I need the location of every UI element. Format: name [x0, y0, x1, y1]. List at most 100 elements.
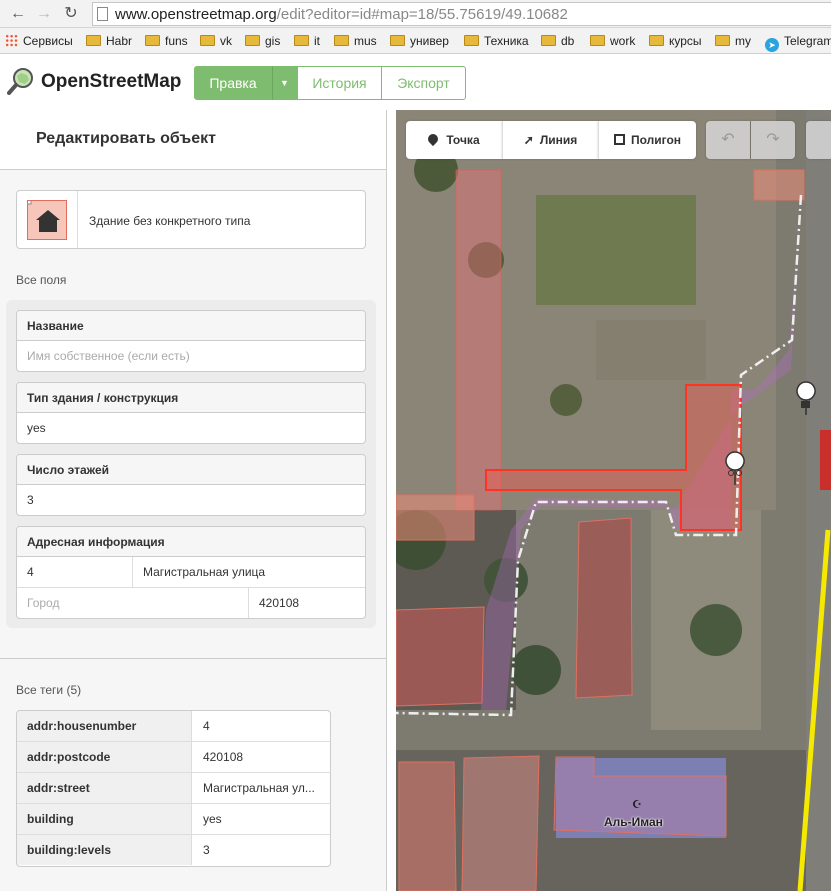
browser-window: ← → ↻ www.openstreetmap.org/edit?editor=… — [0, 0, 831, 891]
folder-icon — [541, 35, 556, 46]
field-name-label: Название — [17, 311, 365, 341]
tag-key-input[interactable]: addr:postcode — [17, 742, 192, 772]
forward-icon[interactable]: → — [34, 4, 54, 24]
bookmark-work[interactable]: work — [590, 33, 635, 49]
tag-key-input[interactable]: building — [17, 804, 192, 834]
bookmark-my[interactable]: my — [715, 33, 751, 49]
folder-icon — [86, 35, 101, 46]
field-address: Адресная информация 4 Магистральная улиц… — [16, 526, 366, 619]
building-type-combo[interactable]: yes — [17, 413, 365, 443]
history-button[interactable]: История — [297, 66, 382, 100]
table-row: addr:street Магистральная ул... — [17, 773, 330, 804]
table-row: building yes — [17, 804, 330, 835]
tag-value-input[interactable]: 420108 — [193, 742, 330, 772]
levels-input[interactable]: 3 — [17, 485, 365, 515]
edit-dropdown-chevron-icon[interactable]: ▼ — [272, 66, 297, 100]
add-area-button[interactable]: Полигон — [598, 121, 696, 159]
folder-icon — [649, 35, 664, 46]
export-button[interactable]: Экспорт — [381, 66, 466, 100]
preset-button[interactable]: Здание без конкретного типа — [16, 190, 366, 249]
polygon-icon — [613, 134, 625, 145]
folder-icon — [145, 35, 160, 46]
apps-icon — [5, 34, 18, 47]
add-point-button[interactable]: Точка — [406, 121, 502, 159]
tag-value-input[interactable]: 3 — [193, 835, 330, 865]
fields-container: Название Имя собственное (если есть) Тип… — [6, 300, 376, 628]
field-address-label: Адресная информация — [17, 527, 365, 557]
building-icon — [24, 197, 67, 240]
bookmark-gis[interactable]: gis — [245, 33, 280, 49]
field-levels: Число этажей 3 — [16, 454, 366, 516]
folder-icon — [715, 35, 730, 46]
bookmark-tehnika[interactable]: Техника — [464, 33, 529, 49]
undo-icon[interactable]: ↶ — [706, 121, 750, 159]
bookmark-funs[interactable]: funs — [145, 33, 188, 49]
point-marker-icon — [426, 131, 441, 147]
table-row: addr:postcode 420108 — [17, 742, 330, 773]
osm-magnifier-logo-icon[interactable] — [7, 67, 35, 95]
url-input[interactable]: www.openstreetmap.org/edit?editor=id#map… — [92, 2, 831, 26]
tag-value-input[interactable]: yes — [193, 804, 330, 834]
tag-table: addr:housenumber 4 addr:postcode 420108 … — [16, 710, 331, 867]
url-path: /edit?editor=id#map=18/55.75619/49.10682 — [276, 6, 568, 23]
redo-icon[interactable]: ↷ — [751, 121, 795, 159]
table-row: building:levels 3 — [17, 835, 330, 866]
divider — [0, 658, 386, 659]
address-bar: ← → ↻ www.openstreetmap.org/edit?editor=… — [0, 0, 831, 28]
bookmark-vk[interactable]: vk — [200, 33, 232, 49]
tag-key-input[interactable]: building:levels — [17, 835, 192, 865]
bookmark-it[interactable]: it — [294, 33, 320, 49]
folder-icon — [390, 35, 405, 46]
satellite-imagery[interactable]: ☪ — [396, 110, 831, 891]
bookmarks-bar: Сервисы Habr funs vk gis it mus универ Т… — [0, 28, 831, 54]
add-line-button[interactable]: ➚ Линия — [502, 121, 598, 159]
tag-key-input[interactable]: addr:housenumber — [17, 711, 192, 741]
sidebar-header: Редактировать объект — [0, 110, 386, 170]
svg-text:☪: ☪ — [632, 798, 642, 811]
osm-logo-text[interactable]: OpenStreetMap — [41, 71, 181, 93]
mosque-map-label: Аль-Иман — [604, 815, 663, 829]
folder-icon — [294, 35, 309, 46]
back-icon[interactable]: ← — [8, 4, 28, 24]
edit-button[interactable]: Правка — [194, 66, 272, 100]
name-input[interactable]: Имя собственное (если есть) — [17, 341, 365, 371]
editor-sidebar: Редактировать объект Здание без конкретн… — [0, 110, 387, 891]
sidebar-title: Редактировать объект — [36, 130, 216, 147]
bookmark-kursy[interactable]: курсы — [649, 33, 702, 49]
bookmark-univer[interactable]: универ — [390, 33, 449, 49]
preset-label: Здание без конкретного типа — [89, 214, 251, 228]
bookmark-mus[interactable]: mus — [334, 33, 377, 49]
table-row: addr:housenumber 4 — [17, 711, 330, 742]
field-building-label: Тип здания / конструкция — [17, 383, 365, 413]
page-icon — [97, 7, 108, 21]
folder-icon — [245, 35, 260, 46]
map-canvas[interactable]: ☪ Аль-Иман Точка ➚ Линия Полигон ↶ ↷ — [396, 110, 831, 891]
osm-header: OpenStreetMap Правка ▼ История Экспорт — [0, 54, 831, 110]
folder-icon — [200, 35, 215, 46]
tag-value-input[interactable]: Магистральная ул... — [193, 773, 330, 803]
housenumber-input[interactable]: 4 — [17, 557, 133, 587]
bookmark-telegram[interactable]: ➤ Telegram — [765, 33, 831, 52]
postcode-input[interactable]: 420108 — [249, 588, 365, 618]
url-host: www.openstreetmap.org — [115, 6, 277, 23]
all-fields-toggle[interactable]: Все поля — [16, 273, 66, 287]
preset-icon-box — [17, 191, 78, 248]
telegram-icon: ➤ — [765, 38, 779, 52]
bookmark-services[interactable]: Сервисы — [5, 33, 73, 49]
field-building: Тип здания / конструкция yes — [16, 382, 366, 444]
folder-icon — [464, 35, 479, 46]
line-icon: ➚ — [523, 133, 534, 147]
bookmark-db[interactable]: db — [541, 33, 574, 49]
folder-icon — [590, 35, 605, 46]
city-input[interactable]: Город — [17, 588, 249, 618]
save-button[interactable] — [806, 121, 831, 159]
tag-key-input[interactable]: addr:street — [17, 773, 192, 803]
street-input[interactable]: Магистральная улица — [133, 557, 365, 587]
tag-value-input[interactable]: 4 — [193, 711, 330, 741]
all-tags-toggle[interactable]: Все теги (5) — [16, 683, 81, 697]
field-levels-label: Число этажей — [17, 455, 365, 485]
bookmark-habr[interactable]: Habr — [86, 33, 132, 49]
reload-icon[interactable]: ↻ — [61, 4, 81, 24]
field-name: Название Имя собственное (если есть) — [16, 310, 366, 372]
folder-icon — [334, 35, 349, 46]
